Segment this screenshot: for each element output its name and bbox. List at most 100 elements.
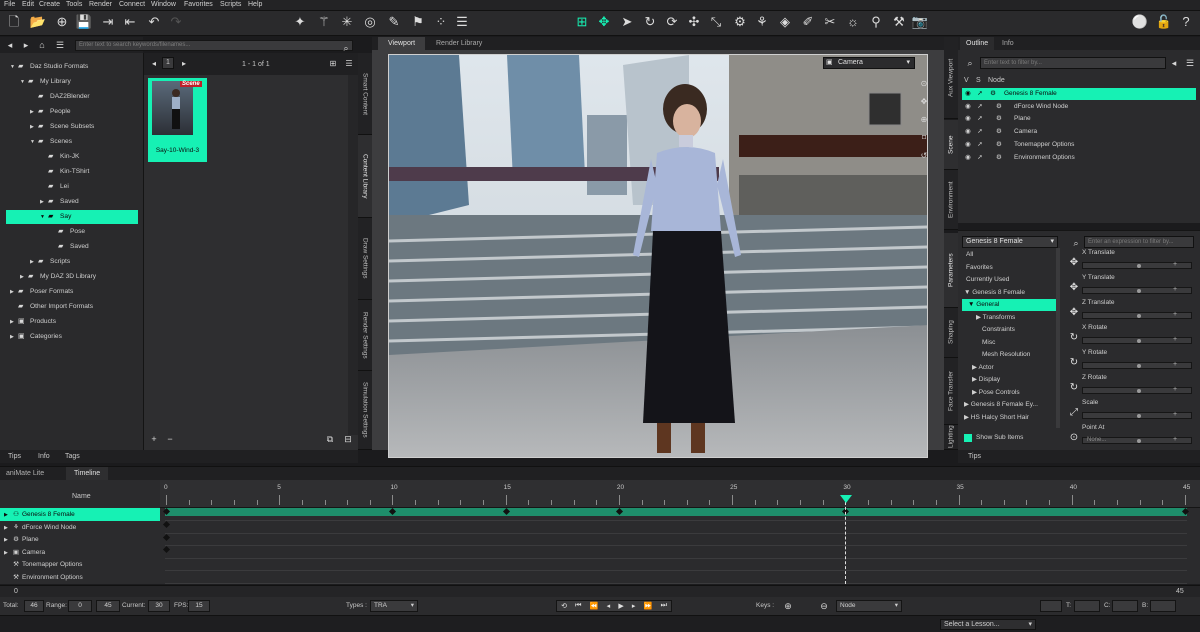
loop-icon[interactable]: ⟲ [561,602,567,610]
menu-window[interactable]: Window [151,1,176,8]
import-icon[interactable]: ⇥ [98,12,118,32]
fps-field[interactable]: 15 [188,600,210,612]
tab-timeline[interactable]: Timeline [66,467,109,481]
slider-track[interactable]: + [1082,311,1192,319]
tree-toggle-icon[interactable]: ▶ [10,315,18,329]
slider-knob[interactable] [1137,289,1141,293]
target-tool-icon[interactable]: ◎ [360,12,380,32]
joint-editor-icon[interactable]: ⚙ [730,12,750,32]
slider-knob[interactable] [1137,389,1141,393]
tab-animate-lite[interactable]: aniMate Lite [6,470,44,477]
browser-scrollbar[interactable] [348,75,358,435]
forward-icon[interactable]: ▸ [18,38,34,52]
remove-icon[interactable]: − [162,432,178,446]
select-arrow-icon[interactable]: ➚ [974,126,986,138]
open-file-icon[interactable]: 📂 [28,12,48,32]
tab-outline[interactable]: Outline [960,37,995,50]
surface-selection-icon[interactable]: ◈ [775,12,795,32]
parameter-group[interactable]: ▶ HS Halcy Short Hair [962,412,1056,424]
render-icon[interactable]: 📷 [910,12,930,32]
tree-toggle-icon[interactable]: ▼ [20,75,28,89]
search-icon[interactable]: ⌕ [1068,236,1084,250]
tree-item[interactable]: ▶ ▰ Poser Formats [6,285,138,299]
prev-key-icon[interactable]: ⏪ [590,602,599,610]
twist-tool-icon[interactable]: ⟳ [662,12,682,32]
eye-icon[interactable]: ◉ [962,113,974,125]
vtab-smart-content[interactable]: Smart Content [358,53,372,135]
thumbnail-card[interactable]: Scene Say-10-Wind-3 [148,78,207,162]
render-settings-icon[interactable]: ⚒ [889,12,909,32]
view-cube[interactable] [868,92,902,126]
vtab-draw-settings[interactable]: Draw Settings [358,218,372,300]
grid-view-icon[interactable]: ⊞ [325,57,341,71]
menu-edit[interactable]: Edit [22,1,34,8]
range-bar[interactable]: 0 45 [0,585,1200,597]
tree-toggle-icon[interactable]: ▶ [30,120,38,134]
slider-plus-icon[interactable]: + [1173,386,1177,393]
vtab-render-settings[interactable]: Render Settings [358,300,372,371]
home-icon[interactable]: ⌂ [34,38,50,52]
page-number[interactable]: 1 [162,57,174,69]
parameter-group[interactable]: All [962,249,1056,261]
timeline-row[interactable]: ⚒ Tonemapper Options [0,558,160,571]
first-frame-icon[interactable]: ⏮ [575,602,581,610]
menu-tools[interactable]: Tools [66,1,82,8]
new-file-icon[interactable]: 🗋 [4,12,24,32]
vtab-simulation-settings[interactable]: Simulation Settings [358,371,372,450]
slider-knob[interactable] [1137,414,1141,418]
select-arrow-icon[interactable]: ➚ [974,113,986,125]
slider-plus-icon[interactable]: + [1173,411,1177,418]
node-tool-icon[interactable]: ⚑ [408,12,428,32]
add-key-icon[interactable]: ⊕ [780,599,796,613]
spot-render-icon[interactable]: ✳ [337,12,357,32]
outline-row[interactable]: ◉ ➚ ⚙ Camera [962,126,1196,138]
tree-item[interactable]: ▼ ▰ Say [6,210,138,224]
eye-icon[interactable]: ◉ [962,101,974,113]
parameter-group[interactable]: Constraints [962,324,1056,336]
timeline-row[interactable]: ▶ ⚘ dForce Wind Node [0,521,160,534]
parameters-filter-input[interactable]: Enter an expression to filter by... [1084,236,1194,248]
outline-row[interactable]: ◉ ➚ ⚙ Tonemapper Options [962,139,1196,151]
zoom-icon[interactable]: ⊕ [919,113,927,127]
slider-knob[interactable] [1137,339,1141,343]
add-icon[interactable]: + [146,432,162,446]
frame-icon[interactable]: ⌑ [919,131,927,145]
tree-item[interactable]: ▶ ▰ My DAZ 3D Library [6,270,138,284]
tree-item[interactable]: ▰ DAZ2Blender [6,90,138,104]
tree-item[interactable]: ▶ ▣ Products [6,315,138,329]
link-tool-icon[interactable]: ⚲ [866,12,886,32]
cut-icon[interactable]: ⊟ [340,432,356,446]
tree-item[interactable]: ▶ ▰ Saved [6,195,138,209]
slider-plus-icon[interactable]: + [1173,436,1177,443]
menu-file[interactable]: File [4,1,15,8]
vtab-environment[interactable]: Environment [944,170,958,230]
menu-connect[interactable]: Connect [119,1,145,8]
parameter-group[interactable]: Mesh Resolution [962,349,1056,361]
slider-plus-icon[interactable]: + [1173,336,1177,343]
wand-tool-icon[interactable]: ⚚ [314,12,334,32]
timeline-row[interactable]: ▶ ⚇ Genesis 8 Female [0,508,160,521]
tree-toggle-icon[interactable]: ▶ [10,285,18,299]
tcb-preset-field[interactable] [1040,600,1062,612]
move-tool-icon[interactable]: ✥ [594,12,614,32]
range-from-field[interactable]: 0 [68,600,92,612]
vtab-parameters[interactable]: Parameters [944,233,958,308]
menu-help[interactable]: Help [248,1,262,8]
undo-icon[interactable]: ↶ [144,12,164,32]
slider-knob[interactable] [1137,264,1141,268]
tree-toggle-icon[interactable]: ▼ [40,210,48,224]
search-icon[interactable]: ⌕ [338,41,354,55]
eye-icon[interactable]: ◉ [962,139,974,151]
outline-filter-input[interactable]: Enter text to filter by... [980,57,1166,69]
outline-row[interactable]: ◉ ➚ ⚙ Environment Options [962,152,1196,164]
params-scrollbar[interactable] [1056,248,1060,428]
timeline-row[interactable]: ▶ ⚙ Plane [0,533,160,546]
pan-icon[interactable]: ✥ [919,95,927,109]
menu-render[interactable]: Render [89,1,112,8]
parameter-slider[interactable]: Point At ⊙ None... + [1066,424,1193,449]
tab-viewport[interactable]: Viewport [378,37,426,50]
parameter-group[interactable]: ▶ Actor [962,362,1056,374]
eye-icon[interactable]: ◉ [962,88,974,100]
tree-item[interactable]: ▰ Lei [6,180,138,194]
search-icon[interactable]: ⌕ [962,56,978,70]
